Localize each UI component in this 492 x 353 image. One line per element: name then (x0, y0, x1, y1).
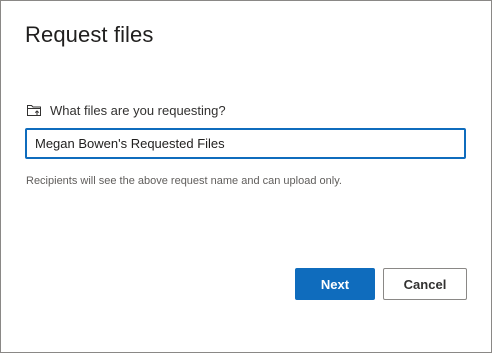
hint-text: Recipients will see the above request na… (26, 175, 342, 187)
request-name-input[interactable] (25, 128, 466, 159)
cancel-button[interactable]: Cancel (383, 268, 467, 300)
next-button[interactable]: Next (295, 268, 375, 300)
question-row: What files are you requesting? (26, 101, 226, 119)
request-files-dialog: Request files What files are you request… (0, 0, 492, 353)
question-label: What files are you requesting? (50, 102, 226, 118)
dialog-title: Request files (25, 22, 154, 47)
folder-upload-icon (26, 102, 42, 118)
